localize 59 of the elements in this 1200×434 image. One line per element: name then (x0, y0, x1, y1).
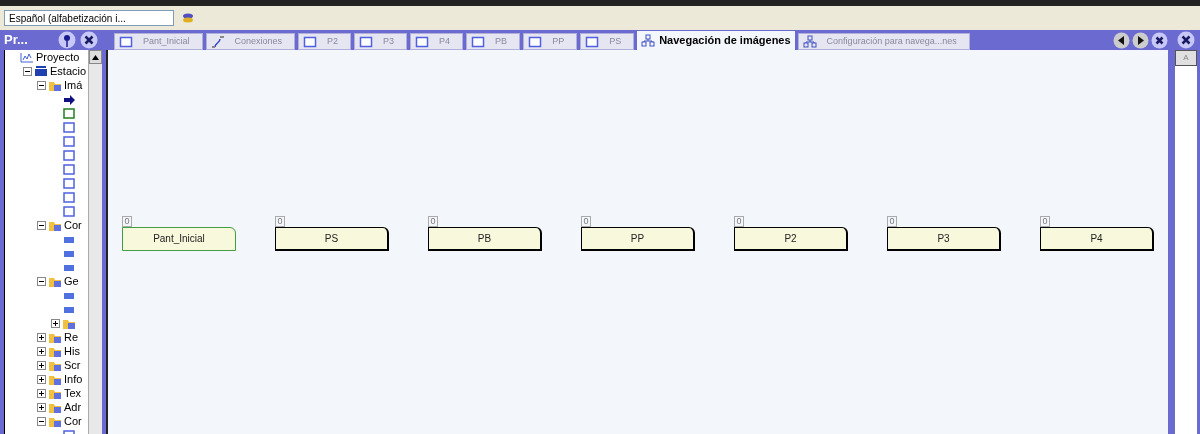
arrow-icon (62, 92, 76, 106)
pin-icon[interactable] (58, 31, 76, 49)
screen-icon (119, 35, 133, 48)
screen-icon (62, 190, 76, 204)
screen-node[interactable]: P3 (887, 226, 1001, 251)
collapse-icon[interactable] (37, 80, 46, 90)
node-number: 0 (1040, 215, 1050, 227)
close-icon[interactable] (1177, 31, 1195, 49)
close-icon[interactable] (80, 31, 98, 49)
node-number: 0 (275, 215, 285, 227)
panel-title: Pr... (4, 31, 28, 50)
node-number: 0 (887, 215, 897, 227)
screen-icon (415, 35, 430, 48)
screen-icon (471, 35, 486, 48)
node-number: 0 (581, 215, 591, 227)
expand-icon[interactable] (37, 388, 46, 398)
navigation-icon (802, 35, 817, 48)
tab[interactable]: Navegación de imágenes (637, 31, 795, 50)
collapse-icon[interactable] (23, 66, 32, 76)
screen-node[interactable]: PP (581, 226, 695, 251)
language-dropdown[interactable]: Español (alfabetización i... (4, 10, 174, 26)
screen-node[interactable]: PB (428, 226, 542, 251)
screen-icon (359, 35, 374, 48)
connection-icon (210, 35, 225, 48)
scroll-up-button[interactable] (89, 50, 102, 64)
up-arrow-icon (92, 54, 99, 60)
node-number: 0 (428, 215, 438, 227)
screen-node[interactable]: Pant_Inicial (122, 226, 236, 251)
chart-icon (20, 50, 34, 64)
collapse-icon[interactable] (37, 276, 46, 286)
screen-icon (528, 35, 543, 48)
screen-icon (585, 35, 600, 48)
navigation-icon (641, 34, 656, 47)
expand-icon[interactable] (51, 318, 60, 328)
screen-icon (62, 162, 76, 176)
collapse-icon[interactable] (37, 220, 46, 230)
screen-node[interactable]: PS (275, 226, 389, 251)
tree-item[interactable]: Cor (64, 216, 82, 234)
screen-icon (303, 35, 318, 48)
screen-icon (62, 134, 76, 148)
screen-node[interactable]: P4 (1040, 226, 1154, 251)
screen-icon (62, 176, 76, 190)
expand-icon[interactable] (37, 332, 46, 342)
station-icon (34, 64, 48, 78)
expand-icon[interactable] (37, 360, 46, 370)
expand-icon[interactable] (37, 346, 46, 356)
screen-icon (62, 106, 76, 120)
toolbar-icon[interactable] (182, 12, 194, 24)
node-number: 0 (734, 215, 744, 227)
collapse-icon[interactable] (37, 416, 46, 426)
screen-icon (62, 204, 76, 218)
expand-icon[interactable] (37, 374, 46, 384)
node-number: 0 (122, 215, 132, 227)
tree-item[interactable]: Ge (64, 272, 79, 290)
close-icon[interactable] (1151, 31, 1168, 49)
screen-icon (62, 120, 76, 134)
screen-icon (62, 148, 76, 162)
screen-node[interactable]: P2 (734, 226, 848, 251)
expand-icon[interactable] (37, 402, 46, 412)
